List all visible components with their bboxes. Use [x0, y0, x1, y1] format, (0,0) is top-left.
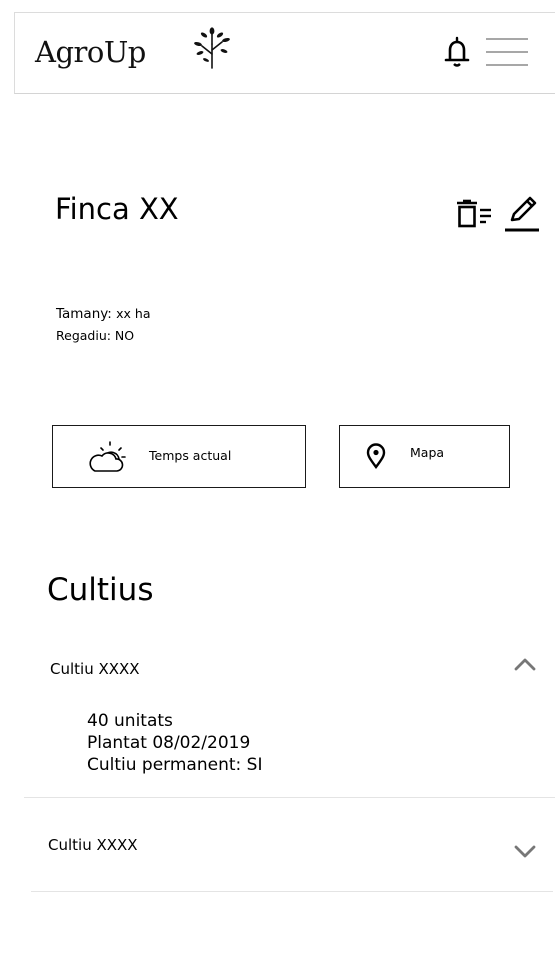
farm-irrigation: Regadiu: NO [56, 328, 135, 343]
crop-item-header[interactable]: Cultiu XXXX [0, 827, 555, 867]
sprout-icon [194, 27, 230, 69]
weather-button[interactable]: Temps actual [52, 425, 306, 488]
farm-size-value: xx ha [116, 306, 151, 321]
partly-cloudy-sun-icon [89, 441, 126, 472]
map-pin-icon [366, 443, 386, 469]
app-header: AgroUp [14, 12, 555, 94]
top-frame [0, 0, 555, 12]
trash-list-icon[interactable] [455, 199, 493, 229]
bell-icon[interactable] [442, 35, 472, 69]
crop-details: 40 unitats Plantat 08/02/2019 Cultiu per… [87, 710, 262, 776]
crop-name: Cultiu XXXX [50, 660, 140, 678]
crop-item-header[interactable]: Cultiu XXXX [0, 650, 555, 690]
map-button[interactable]: Mapa [339, 425, 510, 488]
app-logo[interactable]: AgroUp [35, 35, 146, 69]
divider [31, 891, 553, 892]
divider [24, 797, 555, 798]
crop-units: 40 unitats [87, 711, 173, 731]
crop-name: Cultiu XXXX [48, 836, 138, 854]
weather-button-label: Temps actual [149, 448, 232, 463]
map-button-label: Mapa [410, 445, 445, 460]
chevron-up-icon[interactable] [512, 655, 538, 673]
farm-size: Tamany: xx ha [56, 306, 150, 322]
farm-size-label: Tamany: [56, 306, 117, 322]
farm-title: Finca XX [55, 192, 179, 226]
hamburger-menu-icon[interactable] [482, 36, 530, 68]
chevron-down-icon[interactable] [512, 842, 538, 860]
pencil-icon[interactable] [503, 193, 541, 233]
crop-permanent: Cultiu permanent: SI [87, 755, 263, 775]
crops-section-title: Cultius [47, 572, 154, 608]
crop-planted-date: Plantat 08/02/2019 [87, 733, 251, 753]
